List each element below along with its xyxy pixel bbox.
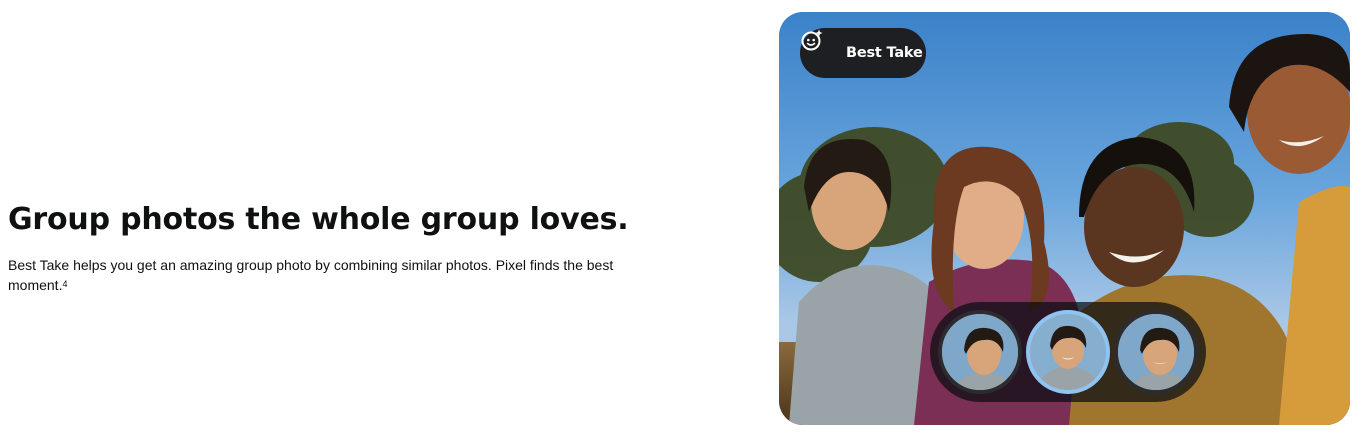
take-thumbnail-3[interactable] [1114,310,1198,394]
group-photo: Best Take [779,12,1350,425]
take-thumbnail-1[interactable] [938,310,1022,394]
take-thumbnail-2[interactable] [1026,310,1110,394]
headline: Group photos the whole group loves. [8,202,629,237]
body-text: Best Take helps you get an amazing group… [8,255,673,295]
sparkle-face-icon [801,29,836,65]
feature-text: Group photos the whole group loves. Best… [8,198,678,295]
best-take-badge[interactable]: Best Take [800,28,926,78]
body-copy: Best Take helps you get an amazing group… [8,257,614,293]
footnote-marker: 4 [62,279,68,289]
best-take-label: Best Take [846,45,923,61]
take-selector [930,302,1206,402]
